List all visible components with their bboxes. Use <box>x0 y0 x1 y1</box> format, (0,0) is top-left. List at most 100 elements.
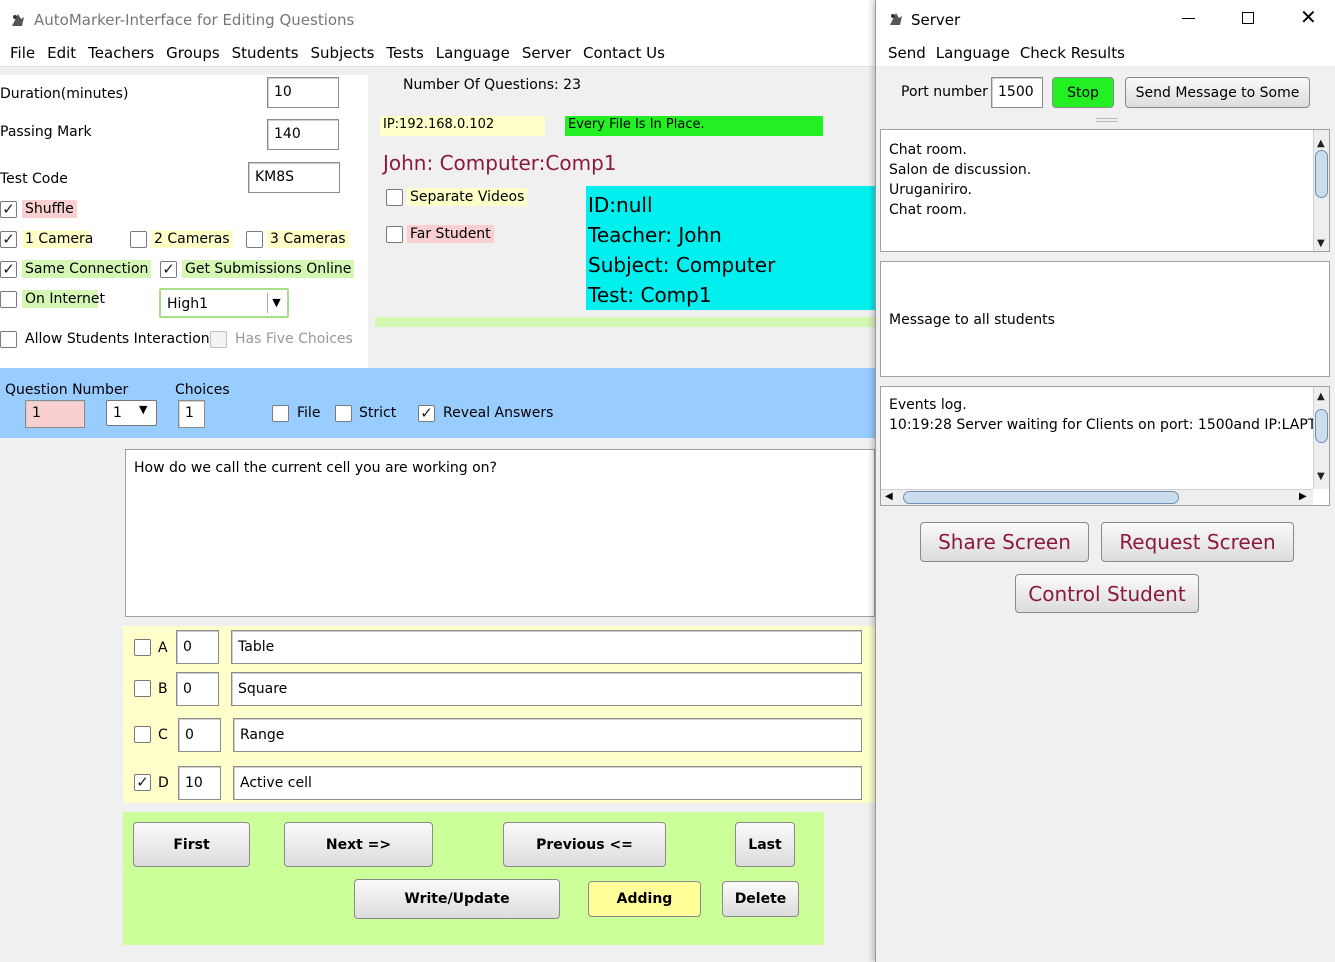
test-teacher: Teacher: John <box>588 223 722 247</box>
num-questions-label: Number Of Questions: 23 <box>403 77 581 93</box>
on-internet-checkbox[interactable] <box>0 291 17 308</box>
events-scroll-thumb[interactable] <box>1315 409 1328 443</box>
test-id: ID:null <box>588 193 653 217</box>
events-hscroll-thumb[interactable] <box>903 491 1179 504</box>
answer-d-checkbox[interactable]: ✓ <box>134 774 151 791</box>
events-line: Events log. <box>889 397 967 413</box>
menu-groups[interactable]: Groups <box>166 44 219 62</box>
events-horizontal-scrollbar[interactable]: ◀ ▶ <box>881 489 1313 505</box>
close-icon[interactable]: ✕ <box>1300 7 1317 27</box>
main-window-title: AutoMarker-Interface for Editing Questio… <box>34 11 355 29</box>
menu-students[interactable]: Students <box>232 44 299 62</box>
passing-mark-input[interactable]: 140 <box>267 119 339 150</box>
menu-contact-us[interactable]: Contact Us <box>583 44 665 62</box>
strict-checkbox[interactable] <box>335 405 352 422</box>
port-label: Port number <box>901 84 988 100</box>
same-connection-checkbox[interactable]: ✓ <box>0 261 17 278</box>
chat-scroll-thumb[interactable] <box>1315 150 1328 198</box>
answer-b-score[interactable]: 0 <box>176 672 219 706</box>
adding-button[interactable]: Adding <box>588 881 701 917</box>
message-area[interactable]: Message to all students <box>880 261 1330 377</box>
answer-a-text[interactable]: Table <box>231 630 862 664</box>
two-cameras-checkbox[interactable] <box>130 231 147 248</box>
scroll-up-icon[interactable]: ▲ <box>1317 391 1325 402</box>
far-student-checkbox[interactable] <box>386 226 403 243</box>
allow-interaction-checkbox[interactable] <box>0 331 17 348</box>
send-to-some-button[interactable]: Send Message to Some <box>1125 77 1310 108</box>
question-bar: Question Number 1 1 ▼ Choices 1 File Str… <box>0 368 875 438</box>
get-submissions-checkbox[interactable]: ✓ <box>160 261 177 278</box>
answer-a-letter: A <box>158 640 168 656</box>
test-subject: Subject: Computer <box>588 253 776 277</box>
separate-videos-checkbox[interactable] <box>386 189 403 206</box>
answer-d-text[interactable]: Active cell <box>233 766 862 800</box>
server-menu-bar: Send Language Check Results <box>876 38 1335 66</box>
answer-a-checkbox[interactable] <box>134 639 151 656</box>
delete-button[interactable]: Delete <box>722 881 799 917</box>
menu-file[interactable]: File <box>10 44 35 62</box>
maximize-icon[interactable] <box>1242 12 1254 24</box>
minimize-icon[interactable] <box>1182 18 1195 19</box>
scroll-down-icon[interactable]: ▼ <box>1317 471 1325 482</box>
choices-input[interactable]: 1 <box>178 400 205 428</box>
control-student-button[interactable]: Control Student <box>1015 574 1199 613</box>
server-menu-language[interactable]: Language <box>936 44 1010 62</box>
scroll-down-icon[interactable]: ▼ <box>1317 234 1325 254</box>
answer-b-text[interactable]: Square <box>231 672 862 706</box>
three-cameras-checkbox[interactable] <box>246 231 263 248</box>
question-number-input[interactable]: 1 <box>25 400 85 428</box>
main-window: AutoMarker-Interface for Editing Questio… <box>0 0 875 962</box>
chat-area[interactable]: Chat room. Salon de discussion. Uruganir… <box>880 129 1330 252</box>
passing-mark-label: Passing Mark <box>0 124 92 140</box>
quality-select[interactable]: High1 ▼ <box>159 288 289 318</box>
settings-panel: Duration(minutes) 10 Passing Mark 140 Te… <box>0 75 368 368</box>
scroll-left-icon[interactable]: ◀ <box>885 491 893 502</box>
answer-a-score[interactable]: 0 <box>176 630 219 664</box>
shuffle-checkbox[interactable]: ✓ <box>0 201 17 218</box>
write-update-button[interactable]: Write/Update <box>354 879 560 919</box>
stop-button[interactable]: Stop <box>1052 77 1114 108</box>
answers-panel: A 0 Table B 0 Square C 0 Range ✓ D 10 Ac… <box>123 626 875 803</box>
allow-interaction-label: Allow Students Interaction <box>25 331 210 347</box>
menu-teachers[interactable]: Teachers <box>88 44 154 62</box>
duration-input[interactable]: 10 <box>267 77 339 108</box>
menu-edit[interactable]: Edit <box>47 44 76 62</box>
last-button[interactable]: Last <box>735 822 795 867</box>
strict-label: Strict <box>359 405 397 421</box>
test-code-input[interactable]: KM8S <box>248 162 340 193</box>
events-vertical-scrollbar[interactable]: ▲ ▼ <box>1313 387 1329 489</box>
menu-subjects[interactable]: Subjects <box>311 44 375 62</box>
server-menu-send[interactable]: Send <box>888 44 926 62</box>
answer-d-score[interactable]: 10 <box>178 766 221 800</box>
answer-c-checkbox[interactable] <box>134 726 151 743</box>
file-label: File <box>297 405 321 421</box>
shuffle-label: Shuffle <box>22 200 77 218</box>
separate-videos-label: Separate Videos <box>407 188 528 206</box>
server-title-bar: Server ✕ <box>876 0 1335 38</box>
one-camera-label: 1 Camera <box>22 230 93 248</box>
port-input[interactable]: 1500 <box>991 77 1043 108</box>
menu-tests[interactable]: Tests <box>386 44 423 62</box>
file-checkbox[interactable] <box>272 405 289 422</box>
scroll-right-icon[interactable]: ▶ <box>1299 491 1307 502</box>
menu-server[interactable]: Server <box>522 44 571 62</box>
splitter-handle[interactable] <box>1096 118 1118 122</box>
answer-c-score[interactable]: 0 <box>178 718 221 752</box>
navigation-panel: First Next => Previous <= Last Write/Upd… <box>123 812 824 945</box>
question-select[interactable]: 1 ▼ <box>106 400 157 426</box>
events-log[interactable]: Events log. 10:19:28 Server waiting for … <box>880 386 1330 506</box>
chat-scrollbar[interactable]: ▲ ▼ <box>1313 130 1329 251</box>
next-button[interactable]: Next => <box>284 822 433 867</box>
answer-c-text[interactable]: Range <box>233 718 862 752</box>
one-camera-checkbox[interactable]: ✓ <box>0 231 17 248</box>
question-textarea[interactable]: How do we call the current cell you are … <box>125 449 875 617</box>
answer-b-checkbox[interactable] <box>134 680 151 697</box>
server-menu-check-results[interactable]: Check Results <box>1020 44 1125 62</box>
answer-c-letter: C <box>158 727 168 743</box>
previous-button[interactable]: Previous <= <box>503 822 666 867</box>
share-screen-button[interactable]: Share Screen <box>920 522 1089 562</box>
request-screen-button[interactable]: Request Screen <box>1101 522 1294 562</box>
menu-language[interactable]: Language <box>436 44 510 62</box>
reveal-answers-checkbox[interactable]: ✓ <box>418 405 435 422</box>
first-button[interactable]: First <box>133 822 250 867</box>
